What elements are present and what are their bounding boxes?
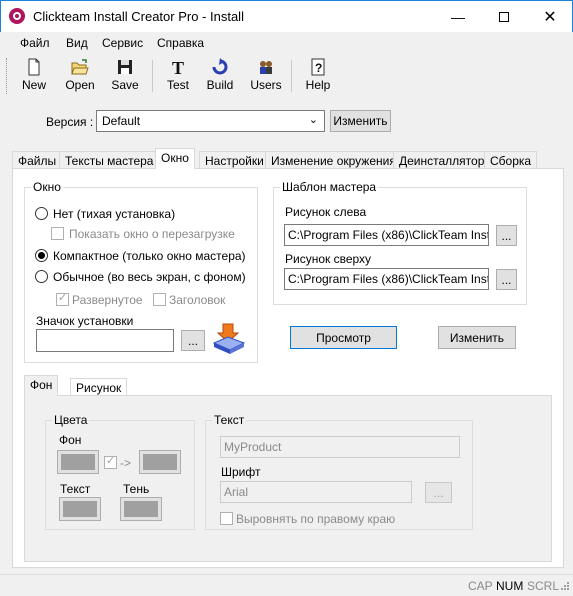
check-show-on-reboot[interactable] bbox=[51, 227, 64, 240]
svg-text:T: T bbox=[172, 58, 184, 76]
window-group-title: Окно bbox=[31, 180, 63, 194]
install-icon-label: Значок установки bbox=[36, 314, 134, 328]
version-selected: Default bbox=[102, 114, 141, 128]
text-color-swatch[interactable] bbox=[59, 497, 101, 521]
version-change-button[interactable]: Изменить bbox=[330, 110, 391, 132]
shadow-color-swatch[interactable] bbox=[120, 497, 162, 521]
gradient-arrow: -> bbox=[120, 456, 132, 470]
tab-wizard-texts[interactable]: Тексты мастера bbox=[59, 151, 160, 169]
radio-compact[interactable] bbox=[35, 249, 48, 262]
tab-files[interactable]: Файлы bbox=[12, 151, 63, 169]
radio-compact-label: Компактное (только окно мастера) bbox=[53, 249, 246, 263]
new-document-icon bbox=[25, 58, 43, 76]
top-image-label: Рисунок сверху bbox=[285, 252, 372, 266]
maximize-button[interactable] bbox=[481, 1, 527, 32]
shadow-color-label: Тень bbox=[123, 482, 150, 496]
open-button[interactable]: Open bbox=[58, 58, 102, 92]
radio-normal-label: Обычное (во весь экран, с фоном) bbox=[53, 270, 246, 284]
top-image-browse-button[interactable]: ... bbox=[496, 269, 517, 290]
status-cap: CAP bbox=[468, 579, 493, 593]
test-button[interactable]: T Test bbox=[156, 58, 200, 92]
top-image-path-field[interactable]: C:\Program Files (x86)\ClickTeam Install… bbox=[284, 268, 489, 290]
tab-picture[interactable]: Рисунок bbox=[70, 378, 128, 396]
app-icon bbox=[9, 8, 25, 24]
tab-build[interactable]: Сборка bbox=[484, 151, 538, 169]
font-browse-button[interactable]: ... bbox=[425, 482, 452, 503]
minimize-icon: — bbox=[451, 8, 465, 25]
toolbar-separator bbox=[152, 60, 153, 92]
tab-background[interactable]: Фон bbox=[24, 375, 59, 396]
bg-color2-swatch[interactable] bbox=[139, 450, 181, 474]
version-label: Версия : bbox=[46, 115, 94, 129]
help-button[interactable]: ? Help bbox=[296, 58, 340, 92]
radio-none-label: Нет (тихая установка) bbox=[53, 207, 176, 221]
font-field[interactable]: Arial bbox=[220, 481, 412, 503]
wizard-template-title: Шаблон мастера bbox=[280, 180, 379, 194]
bg-color-swatch[interactable] bbox=[57, 450, 99, 474]
status-bar: CAP NUM SCRL bbox=[0, 574, 573, 594]
close-button[interactable]: ✕ bbox=[527, 1, 573, 32]
radio-none[interactable] bbox=[35, 207, 48, 220]
svg-text:?: ? bbox=[315, 61, 322, 75]
align-right-label: Выровнять по правому краю bbox=[236, 512, 396, 526]
status-num: NUM bbox=[496, 579, 524, 593]
users-button[interactable]: Users bbox=[244, 58, 288, 92]
check-maximized[interactable] bbox=[56, 291, 69, 306]
toolbar: New Open Save T Test Build Users ? Help bbox=[0, 54, 573, 98]
chevron-down-icon: ⌄ bbox=[308, 114, 318, 126]
toolbar-separator bbox=[291, 60, 292, 92]
check-caption-label: Заголовок bbox=[169, 293, 226, 307]
left-image-path-field[interactable]: C:\Program Files (x86)\ClickTeam Install… bbox=[284, 224, 489, 246]
radio-normal[interactable] bbox=[35, 270, 48, 283]
left-image-browse-button[interactable]: ... bbox=[496, 225, 517, 246]
install-icon-field[interactable] bbox=[36, 329, 174, 352]
align-right-check[interactable] bbox=[220, 512, 233, 525]
change-template-button[interactable]: Изменить bbox=[438, 326, 516, 349]
test-t-icon: T bbox=[169, 58, 187, 78]
preview-button[interactable]: Просмотр bbox=[290, 326, 397, 349]
check-maximized-label: Развернутое bbox=[72, 293, 143, 307]
title-bar: Clickteam Install Creator Pro - Install … bbox=[0, 0, 573, 32]
save-disk-icon bbox=[116, 58, 134, 76]
left-image-label: Рисунок слева bbox=[285, 205, 367, 219]
font-label: Шрифт bbox=[221, 465, 261, 479]
help-icon: ? bbox=[309, 58, 327, 76]
tab-uninstaller[interactable]: Деинсталлятор bbox=[393, 151, 491, 169]
menu-bar: Файл Вид Сервис Справка bbox=[0, 32, 573, 54]
colors-group-title: Цвета bbox=[52, 413, 90, 427]
close-icon: ✕ bbox=[543, 8, 557, 26]
minimize-button[interactable]: — bbox=[435, 1, 481, 32]
users-icon bbox=[257, 58, 275, 76]
check-caption[interactable] bbox=[153, 293, 166, 306]
product-text-field[interactable]: MyProduct bbox=[220, 436, 460, 458]
resize-grip[interactable] bbox=[558, 581, 570, 593]
install-icon-browse-button[interactable]: ... bbox=[181, 330, 205, 351]
tab-window[interactable]: Окно bbox=[155, 148, 195, 169]
tab-environment[interactable]: Изменение окружения bbox=[265, 151, 402, 169]
text-group-title: Текст bbox=[212, 413, 247, 427]
gradient-check[interactable] bbox=[104, 454, 117, 469]
window-title: Clickteam Install Creator Pro - Install bbox=[33, 9, 244, 24]
bg-color-label: Фон bbox=[59, 433, 82, 447]
status-scrl: SCRL bbox=[527, 579, 560, 593]
open-folder-icon bbox=[71, 58, 89, 76]
menu-file[interactable]: Файл bbox=[20, 36, 50, 50]
build-icon bbox=[211, 58, 229, 76]
new-button[interactable]: New bbox=[12, 58, 56, 92]
menu-help[interactable]: Справка bbox=[157, 36, 204, 50]
menu-view[interactable]: Вид bbox=[66, 36, 88, 50]
check-show-on-reboot-label: Показать окно о перезагрузке bbox=[69, 227, 235, 241]
text-color-label: Текст bbox=[60, 482, 91, 496]
menu-service[interactable]: Сервис bbox=[102, 36, 143, 50]
build-button[interactable]: Build bbox=[198, 58, 242, 92]
save-button[interactable]: Save bbox=[103, 58, 147, 92]
version-select[interactable]: Default ⌄ bbox=[96, 110, 325, 132]
toolbar-grip[interactable] bbox=[6, 58, 8, 94]
install-package-icon bbox=[212, 323, 246, 355]
tab-settings[interactable]: Настройки bbox=[199, 151, 270, 169]
maximize-icon bbox=[499, 11, 509, 22]
